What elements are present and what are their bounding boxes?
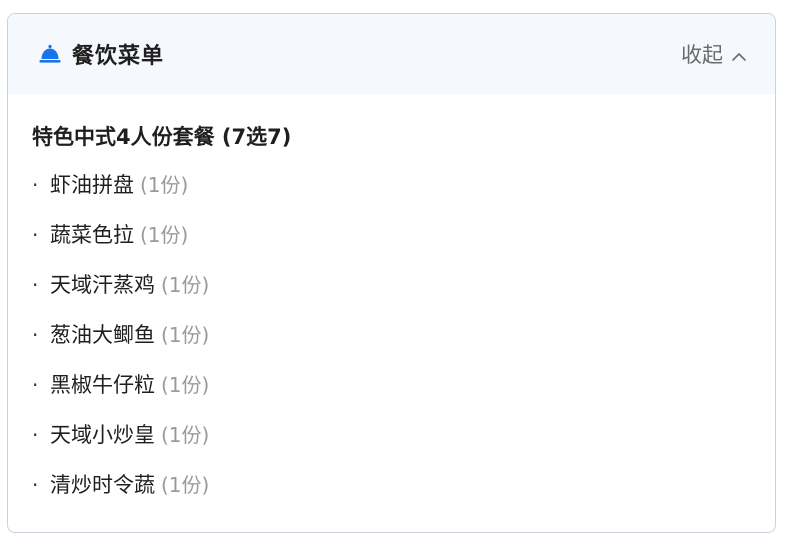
bullet-icon: · [32, 323, 39, 347]
menu-item-list: · 虾油拼盘 (1份) · 蔬菜色拉 (1份) · 天域汗蒸鸡 (1份) · 葱… [32, 170, 775, 520]
menu-item-name: 葱油大鲫鱼 [50, 323, 155, 347]
menu-item-qty: (1份) [161, 423, 210, 447]
collapse-label: 收起 [681, 43, 723, 67]
menu-item-qty: (1份) [161, 473, 210, 497]
menu-card: 餐饮菜单 收起 特色中式4人份套餐 (7选7) · 虾油拼盘 (1份) · 蔬菜… [7, 13, 776, 533]
list-item: · 清炒时令蔬 (1份) [32, 470, 775, 520]
menu-item-qty: (1份) [140, 223, 189, 247]
menu-item-qty: (1份) [140, 173, 189, 197]
bullet-icon: · [32, 473, 39, 497]
header-left: 餐饮菜单 [38, 38, 164, 70]
card-body: 特色中式4人份套餐 (7选7) · 虾油拼盘 (1份) · 蔬菜色拉 (1份) … [8, 94, 775, 520]
menu-item-name: 蔬菜色拉 [50, 223, 134, 247]
list-item: · 葱油大鲫鱼 (1份) [32, 320, 775, 370]
menu-item-qty: (1份) [161, 273, 210, 297]
menu-item-name: 天域汗蒸鸡 [50, 273, 155, 297]
menu-item-name: 清炒时令蔬 [50, 473, 155, 497]
menu-item-qty: (1份) [161, 373, 210, 397]
menu-item-name: 黑椒牛仔粒 [50, 373, 155, 397]
bullet-icon: · [32, 423, 39, 447]
list-item: · 虾油拼盘 (1份) [32, 170, 775, 220]
menu-item-name: 天域小炒皇 [50, 423, 155, 447]
list-item: · 蔬菜色拉 (1份) [32, 220, 775, 270]
collapse-button[interactable]: 收起 [681, 39, 747, 69]
list-item: · 天域小炒皇 (1份) [32, 420, 775, 470]
menu-item-qty: (1份) [161, 323, 210, 347]
list-item: · 黑椒牛仔粒 (1份) [32, 370, 775, 420]
chevron-up-icon [731, 48, 747, 61]
card-title: 餐饮菜单 [72, 44, 165, 69]
bullet-icon: · [32, 373, 39, 397]
set-menu-title: 特色中式4人份套餐 (7选7) [32, 125, 292, 149]
bullet-icon: · [32, 223, 39, 247]
list-item: · 天域汗蒸鸡 (1份) [32, 270, 775, 320]
card-header: 餐饮菜单 收起 [8, 14, 775, 94]
bullet-icon: · [32, 273, 39, 297]
service-bell-icon [38, 42, 62, 66]
bullet-icon: · [32, 173, 39, 197]
menu-item-name: 虾油拼盘 [50, 173, 134, 197]
